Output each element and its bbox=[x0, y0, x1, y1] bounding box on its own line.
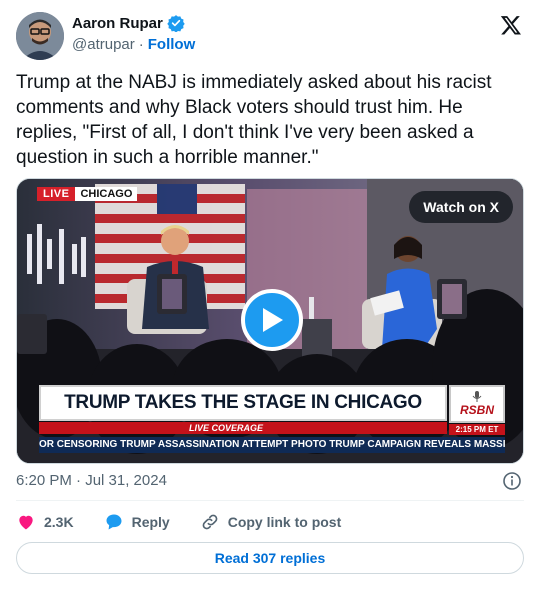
play-icon bbox=[263, 308, 283, 332]
separator-dot: · bbox=[138, 36, 144, 53]
reply-label: Reply bbox=[131, 514, 170, 530]
author-name-row: Aaron Rupar bbox=[72, 14, 185, 33]
copy-link-label: Copy link to post bbox=[227, 514, 342, 530]
network-logo: RSBN bbox=[449, 385, 505, 423]
chyron-subbar-text: LIVE COVERAGE bbox=[189, 423, 264, 433]
follow-button[interactable]: Follow bbox=[148, 36, 196, 53]
verified-badge-icon bbox=[167, 14, 185, 33]
link-icon bbox=[202, 514, 218, 530]
chyron-subbar: LIVE COVERAGE bbox=[39, 422, 447, 434]
post-timestamp[interactable]: 6:20 PM · Jul 31, 2024 bbox=[16, 472, 167, 489]
divider bbox=[16, 500, 524, 501]
reply-button[interactable]: Reply bbox=[104, 512, 170, 532]
video-player[interactable]: LIVE CHICAGO Watch on X TRUMP TAKES THE … bbox=[16, 178, 524, 464]
microphone-icon bbox=[472, 391, 482, 402]
x-logo-icon[interactable] bbox=[500, 14, 522, 36]
tweet-card: Aaron Rupar @atrupar · Follow Trump at t… bbox=[0, 0, 540, 589]
author-name[interactable]: Aaron Rupar bbox=[72, 15, 163, 32]
network-name: RSBN bbox=[459, 403, 494, 417]
like-count: 2.3K bbox=[44, 514, 74, 530]
info-icon[interactable] bbox=[502, 471, 522, 491]
tweet-text: Trump at the NABJ is immediately asked a… bbox=[16, 72, 492, 168]
copy-link-button[interactable]: Copy link to post bbox=[200, 512, 342, 532]
read-replies-button[interactable]: Read 307 replies bbox=[16, 542, 524, 574]
author-avatar[interactable] bbox=[16, 12, 64, 60]
heart-icon bbox=[19, 515, 33, 530]
live-label: LIVE bbox=[37, 187, 76, 201]
city-label: CHICAGO bbox=[75, 187, 138, 201]
news-ticker: OR CENSORING TRUMP ASSASSINATION ATTEMPT… bbox=[39, 437, 505, 453]
chyron-headline: TRUMP TAKES THE STAGE IN CHICAGO bbox=[64, 392, 422, 413]
live-badge: LIVE CHICAGO bbox=[37, 187, 138, 201]
network-time: 2:15 PM ET bbox=[449, 424, 505, 435]
author-handle[interactable]: @atrupar bbox=[72, 36, 135, 53]
chyron-headline-box: TRUMP TAKES THE STAGE IN CHICAGO bbox=[39, 385, 447, 421]
play-button[interactable] bbox=[241, 289, 303, 351]
like-button[interactable]: 2.3K bbox=[16, 512, 74, 532]
action-bar: 2.3K Reply Copy link to post bbox=[16, 512, 371, 532]
author-handle-row: @atrupar · Follow bbox=[72, 36, 195, 53]
watch-on-x-button[interactable]: Watch on X bbox=[409, 191, 513, 223]
reply-bubble-icon bbox=[106, 514, 122, 530]
